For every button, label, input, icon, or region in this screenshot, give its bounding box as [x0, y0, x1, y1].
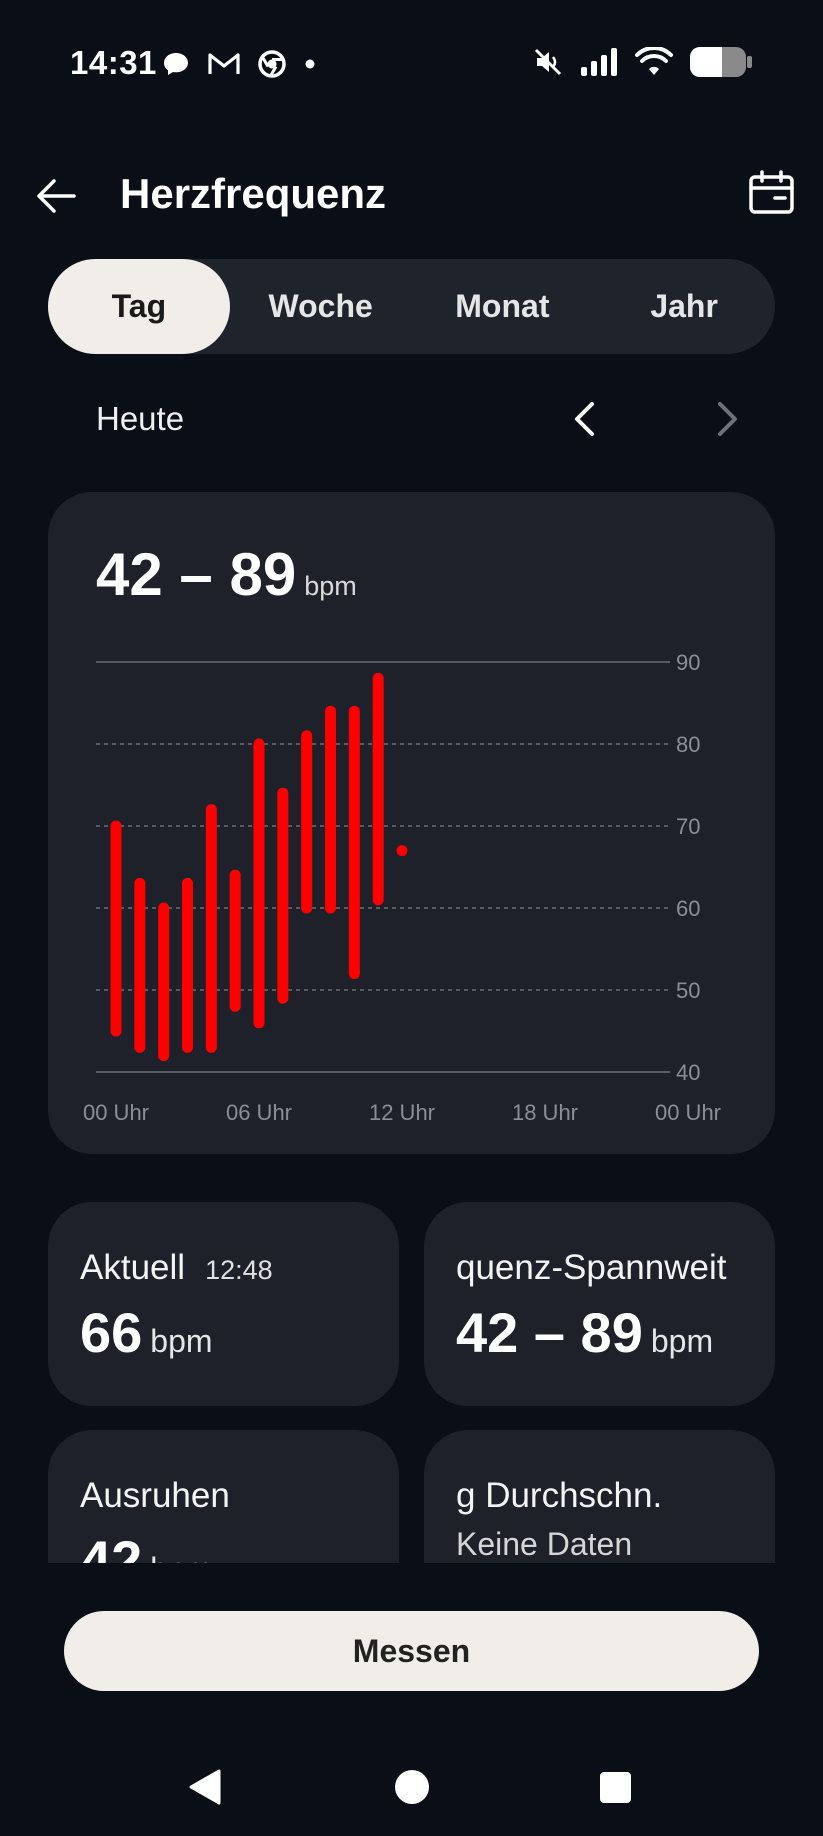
chevron-right-icon [718, 402, 737, 436]
signal-icon [581, 48, 617, 76]
next-day-button[interactable] [710, 398, 746, 440]
x-tick-label: 12 Uhr [369, 1100, 435, 1125]
heart-rate-chart: 90 80 70 60 50 40 00 Uhr 06 Uhr 12 Uhr 18 Uhr 00 U… [83, 650, 721, 1125]
range-card-title: quenz-Spannweit [456, 1248, 727, 1287]
nav-back-button[interactable] [188, 1768, 222, 1811]
y-tick-label: 50 [676, 978, 700, 1003]
range-card-unit: bpm [650, 1323, 714, 1359]
gmail-icon [208, 53, 240, 74]
average-title: g Durchschn. [456, 1476, 663, 1515]
measure-button[interactable]: Messen [64, 1611, 759, 1691]
chevron-left-icon [575, 402, 594, 436]
calendar-icon [749, 170, 794, 214]
average-no-data: Keine Daten [456, 1526, 633, 1562]
range-card-value: 42 – 89 [456, 1301, 643, 1364]
x-tick-label: 18 Uhr [512, 1100, 578, 1125]
previous-day-button[interactable] [566, 398, 602, 440]
status-left-icons [162, 50, 316, 78]
range-card[interactable]: quenz-Spannweit 42 – 89 bpm [424, 1202, 775, 1406]
back-button[interactable] [30, 168, 86, 224]
x-tick-label: 00 Uhr [655, 1100, 721, 1125]
current-title-label: Aktuell [80, 1248, 186, 1287]
x-tick-label: 00 Uhr [83, 1100, 149, 1125]
current-value: 66 [80, 1301, 143, 1364]
page-title: Herzfrequenz [120, 170, 387, 217]
y-tick-label: 40 [676, 1060, 700, 1085]
nav-back-icon [189, 1769, 221, 1805]
resting-title: Ausruhen [80, 1476, 230, 1515]
wifi-icon [635, 47, 673, 75]
battery-icon [690, 47, 752, 77]
mute-icon [534, 48, 562, 76]
y-tick-label: 80 [676, 732, 700, 757]
y-tick-label: 70 [676, 814, 700, 839]
y-tick-label: 60 [676, 896, 700, 921]
status-time: 14:31 [70, 44, 157, 81]
tab-tag[interactable]: Tag [48, 259, 230, 354]
heart-rate-chart-card: 42 – 89 bpm 90 80 70 60 50 40 00 Uhr 06 Uhr 12 U… [48, 492, 775, 1154]
current-value-row: 66 bpm [80, 1300, 213, 1365]
x-tick-label: 06 Uhr [226, 1100, 292, 1125]
tab-woche[interactable]: Woche [230, 259, 412, 354]
current-time: 12:48 [205, 1255, 273, 1285]
chat-bubble-icon [164, 53, 188, 75]
calendar-button[interactable] [747, 170, 797, 216]
nav-home-button[interactable] [395, 1770, 429, 1804]
dot-icon [305, 59, 315, 69]
nav-recents-button[interactable] [600, 1772, 631, 1803]
heart-rate-point [396, 845, 408, 857]
tab-jahr[interactable]: Jahr [593, 259, 775, 354]
current-card[interactable]: Aktuell 12:48 66 bpm [48, 1202, 399, 1406]
arrow-left-icon [37, 179, 76, 213]
status-right-icons [533, 46, 753, 78]
y-tick-label: 90 [676, 650, 700, 675]
date-label: Heute [96, 400, 185, 437]
current-unit: bpm [150, 1323, 213, 1359]
tab-monat[interactable]: Monat [412, 259, 594, 354]
range-card-value-row: 42 – 89 bpm [456, 1300, 713, 1365]
chrome-icon [258, 50, 286, 78]
current-title: Aktuell 12:48 [80, 1248, 273, 1288]
period-tabs: Tag Woche Monat Jahr [48, 259, 775, 354]
